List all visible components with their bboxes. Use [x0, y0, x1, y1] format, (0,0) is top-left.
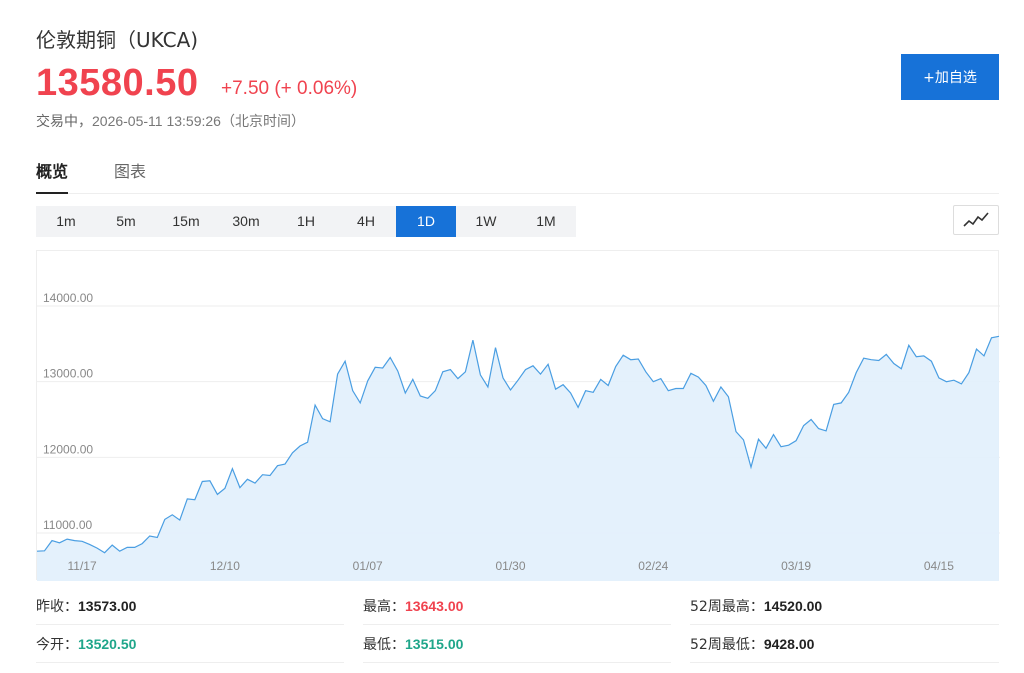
- price-chart-svg: 11000.00 12000.00 13000.00 14000.00 11/17 12/…: [37, 291, 1000, 581]
- stat-value: 9428.00: [763, 636, 815, 652]
- x-tick-label: 04/15: [924, 559, 954, 573]
- instrument-title: 伦敦期铜（UKCA): [36, 28, 199, 52]
- stat-label: 52周最高：: [690, 599, 764, 615]
- stat-label: 今开：: [36, 637, 78, 653]
- stat-low: 最低：13515.00: [363, 625, 671, 663]
- price-area: [37, 336, 999, 581]
- stat-label: 52周最低：: [690, 637, 764, 653]
- stat-52w-high: 52周最高：14520.00: [690, 587, 999, 625]
- period-1m[interactable]: 1m: [36, 206, 96, 237]
- period-1d[interactable]: 1D: [396, 206, 456, 237]
- stat-value: 13573.00: [78, 598, 137, 614]
- y-tick-label: 12000.00: [43, 442, 93, 456]
- status-time: 2026-05-11 13:59:26（北京时间）: [92, 113, 305, 129]
- trading-status: 交易中，2026-05-11 13:59:26（北京时间）: [36, 111, 305, 131]
- x-tick-label: 03/19: [781, 559, 811, 573]
- stat-high: 最高：13643.00: [363, 587, 671, 625]
- tab-overview[interactable]: 概览: [36, 158, 69, 194]
- chart-type-toggle-button[interactable]: [953, 205, 999, 235]
- stat-label: 最低：: [363, 637, 405, 653]
- stat-52w-low: 52周最低：9428.00: [690, 625, 999, 663]
- period-4h[interactable]: 4H: [336, 206, 396, 237]
- last-price: 13580.50: [36, 62, 199, 104]
- period-1h[interactable]: 1H: [276, 206, 336, 237]
- period-1mo[interactable]: 1M: [516, 206, 576, 237]
- price-change: +7.50 (+ 0.06%): [221, 78, 358, 99]
- stat-value: 13520.50: [78, 636, 137, 652]
- period-selector: 1m 5m 15m 30m 1H 4H 1D 1W 1M: [36, 206, 576, 237]
- y-tick-label: 13000.00: [43, 367, 93, 381]
- period-15m[interactable]: 15m: [156, 206, 216, 237]
- tab-chart[interactable]: 图表: [114, 158, 146, 194]
- stat-label: 昨收：: [36, 599, 78, 615]
- x-tick-label: 01/30: [495, 559, 525, 573]
- y-tick-label: 11000.00: [43, 518, 92, 532]
- stat-value: 14520.00: [763, 598, 823, 614]
- period-30m[interactable]: 30m: [216, 206, 276, 237]
- status-label: 交易中，: [36, 114, 92, 130]
- stat-prev-close: 昨收：13573.00: [36, 587, 344, 625]
- x-tick-label: 02/24: [638, 559, 668, 573]
- x-tick-label: 01/07: [353, 559, 383, 573]
- tab-bar: 概览 图表: [36, 158, 999, 194]
- period-5m[interactable]: 5m: [96, 206, 156, 237]
- x-tick-label: 11/17: [68, 559, 97, 573]
- period-1w[interactable]: 1W: [456, 206, 516, 237]
- y-tick-label: 14000.00: [43, 291, 93, 305]
- stat-value: 13643.00: [405, 598, 464, 614]
- stat-open: 今开：13520.50: [36, 625, 344, 663]
- price-chart[interactable]: 11000.00 12000.00 13000.00 14000.00 11/17 12/…: [36, 250, 1000, 581]
- line-chart-icon: [963, 212, 989, 227]
- stat-value: 13515.00: [405, 636, 464, 652]
- stat-label: 最高：: [363, 599, 405, 615]
- add-watchlist-button[interactable]: +加自选: [901, 54, 999, 100]
- x-tick-label: 12/10: [210, 559, 240, 573]
